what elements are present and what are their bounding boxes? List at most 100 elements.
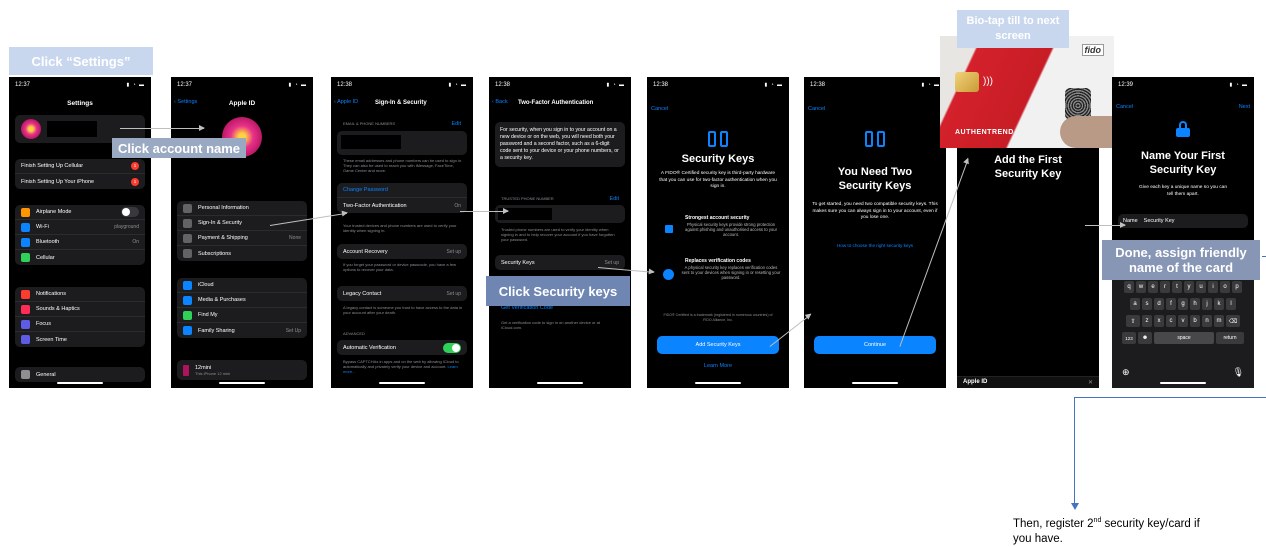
numbers-key[interactable]: 123	[1122, 332, 1136, 344]
key-y[interactable]: y	[1184, 281, 1194, 293]
status-time: 12:38	[810, 82, 826, 88]
change-password-link[interactable]: Change Password	[337, 183, 467, 198]
arrow-connector	[1074, 397, 1266, 399]
continue-button[interactable]: Continue	[814, 336, 936, 354]
microphone-icon[interactable]: 🎙	[1233, 367, 1244, 378]
section-header: TRUSTED PHONE NUMBER	[501, 196, 554, 201]
cancel-button[interactable]: Cancel	[1116, 104, 1133, 110]
key-g[interactable]: g	[1178, 298, 1188, 310]
list-item[interactable]: Find My	[177, 308, 307, 323]
toggle[interactable]	[121, 207, 139, 217]
footer-text: Then, register 2	[1013, 517, 1094, 530]
list-item[interactable]: Legacy Contact Set up	[337, 286, 467, 301]
close-icon[interactable]: ✕	[1088, 379, 1093, 386]
space-key[interactable]: space	[1154, 332, 1214, 344]
delete-key[interactable]: ⌫	[1226, 315, 1240, 327]
key-f[interactable]: f	[1166, 298, 1176, 310]
callout-done: Done, assign friendly name of the card	[1102, 240, 1260, 280]
row-label: Sign-In & Security	[198, 220, 243, 226]
cancel-button[interactable]: Cancel	[808, 106, 825, 112]
list-item[interactable]: Media & Purchases	[177, 293, 307, 308]
list-item[interactable]: Bluetooth On	[15, 235, 145, 250]
list-item[interactable]: Notifications	[15, 287, 145, 302]
list-item[interactable]: Family Sharing Set Up	[177, 323, 307, 338]
row-label: Automatic Verification	[343, 344, 396, 351]
key-k[interactable]: k	[1214, 298, 1224, 310]
list-item[interactable]: Screen Time	[15, 332, 145, 347]
note-text: If you forget your password or device pa…	[343, 262, 456, 272]
row-label: Family Sharing	[198, 327, 235, 334]
name-field[interactable]: Name Security Key	[1118, 214, 1248, 228]
edit-button[interactable]: Edit	[610, 196, 619, 202]
key-m[interactable]: m	[1214, 315, 1224, 327]
page-title: Two-Factor Authentication	[518, 100, 594, 106]
key-d[interactable]: d	[1154, 298, 1164, 310]
list-item[interactable]: Personal Information	[177, 201, 307, 216]
list-item[interactable]: Cellular	[15, 250, 145, 265]
list-item[interactable]: Automatic Verification	[337, 340, 467, 355]
screen-signin-security: 12:38 ▮ ◔ ▬ ‹ Apple ID Sign-In & Securit…	[331, 77, 473, 388]
row-label: Airplane Mode	[36, 209, 72, 215]
key-z[interactable]: z	[1142, 315, 1152, 327]
list-item[interactable]: Airplane Mode	[15, 205, 145, 220]
key-e[interactable]: e	[1148, 281, 1158, 293]
apple-id-sheet-bar: Apple ID ✕	[957, 376, 1099, 388]
key-h[interactable]: h	[1190, 298, 1200, 310]
emoji-key[interactable]: ☻	[1138, 332, 1152, 344]
feature-title: Replaces verification codes	[685, 258, 751, 264]
arrow-connector	[1074, 397, 1076, 505]
list-item[interactable]: General	[15, 367, 145, 382]
list-item[interactable]: Payment & Shipping None	[177, 231, 307, 246]
key-t[interactable]: t	[1172, 281, 1182, 293]
hourglass-icon	[21, 335, 30, 344]
next-button[interactable]: Next	[1239, 104, 1250, 110]
cancel-button[interactable]: Cancel	[651, 106, 668, 112]
list-item[interactable]: Finish Setting Up Cellular 1	[15, 159, 145, 174]
row-label: Legacy Contact	[343, 290, 382, 297]
key-j[interactable]: j	[1202, 298, 1212, 310]
list-item[interactable]: Subscriptions	[177, 246, 307, 261]
list-item[interactable]: Focus	[15, 317, 145, 332]
phone-icon	[183, 364, 189, 376]
password-group: Change Password Two-Factor Authenticatio…	[337, 183, 467, 213]
key-p[interactable]: p	[1232, 281, 1242, 293]
status-time: 12:38	[337, 82, 353, 88]
key-n[interactable]: n	[1202, 315, 1212, 327]
learn-more-link[interactable]: Learn More	[647, 363, 789, 369]
row-label: iCloud	[198, 282, 214, 288]
choose-keys-link[interactable]: How to choose the right security keys	[804, 243, 946, 248]
key-s[interactable]: s	[1142, 298, 1152, 310]
focus-icon	[21, 319, 30, 329]
key-i[interactable]: i	[1208, 281, 1218, 293]
device-row[interactable]: 12mini This iPhone 12 mini	[177, 360, 307, 380]
list-item[interactable]: Account Recovery Set up	[337, 244, 467, 259]
list-item[interactable]: Two-Factor Authentication On	[337, 198, 467, 213]
edit-button[interactable]: Edit	[452, 121, 461, 127]
key-r[interactable]: r	[1160, 281, 1170, 293]
key-w[interactable]: w	[1136, 281, 1146, 293]
back-button[interactable]: ‹ Back	[492, 99, 508, 105]
globe-icon[interactable]: ⊕	[1122, 367, 1130, 378]
list-item[interactable]: Sounds & Haptics	[15, 302, 145, 317]
row-label: Bluetooth	[36, 239, 60, 245]
toggle[interactable]	[443, 342, 461, 353]
list-item[interactable]: Finish Setting Up Your iPhone 1	[15, 174, 145, 189]
key-c[interactable]: c	[1166, 315, 1176, 327]
status-time: 12:37	[15, 82, 31, 88]
key-l[interactable]: l	[1226, 298, 1236, 310]
list-item[interactable]: iCloud	[177, 278, 307, 293]
key-o[interactable]: o	[1220, 281, 1230, 293]
return-key[interactable]: return	[1216, 332, 1244, 344]
note-text: Get a verification code to sign in on an…	[501, 320, 600, 330]
key-a[interactable]: a	[1130, 298, 1140, 310]
key-u[interactable]: u	[1196, 281, 1206, 293]
back-button[interactable]: ‹ Apple ID	[334, 99, 358, 105]
finger	[1060, 116, 1114, 148]
key-q[interactable]: q	[1124, 281, 1134, 293]
key-v[interactable]: v	[1178, 315, 1188, 327]
list-item[interactable]: Wi-Fi playground	[15, 220, 145, 235]
key-b[interactable]: b	[1190, 315, 1200, 327]
shift-key[interactable]: ⇧	[1126, 315, 1140, 327]
key-x[interactable]: x	[1154, 315, 1164, 327]
add-security-keys-button[interactable]: Add Security Keys	[657, 336, 779, 354]
